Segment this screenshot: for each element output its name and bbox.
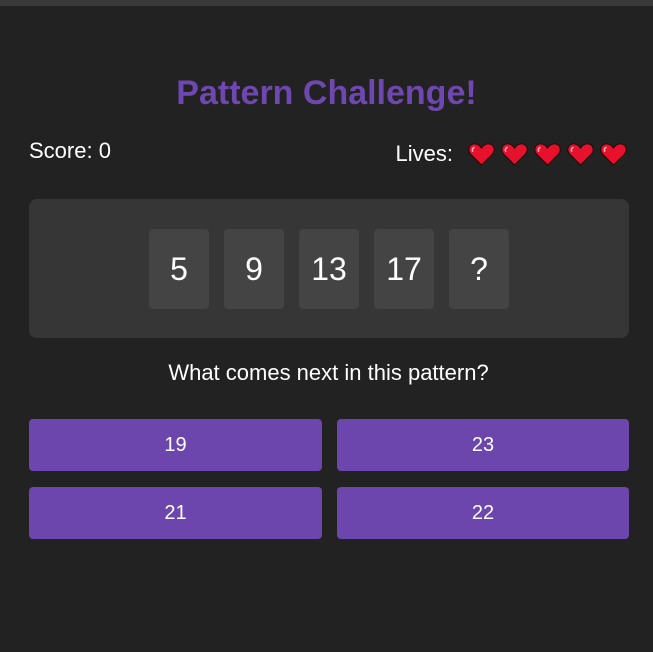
score-display: Score: 0 (29, 138, 111, 163)
sequence-tiles: 5 9 13 17 ? (149, 229, 509, 309)
sequence-panel: 5 9 13 17 ? (29, 199, 629, 338)
answer-button[interactable]: 19 (29, 419, 322, 471)
heart-icon (600, 142, 627, 166)
sequence-tile: 17 (374, 229, 434, 309)
sequence-tile: 9 (224, 229, 284, 309)
heart-icon (468, 142, 495, 166)
question-text: What comes next in this pattern? (168, 360, 489, 385)
sequence-tile: 13 (299, 229, 359, 309)
lives-label: Lives: (395, 141, 453, 166)
heart-icon (567, 142, 594, 166)
answer-button[interactable]: 23 (337, 419, 629, 471)
answer-button[interactable]: 21 (29, 487, 322, 539)
answer-options: 19 23 21 22 (29, 419, 629, 539)
heart-icon (534, 142, 561, 166)
game-title: Pattern Challenge! (176, 74, 477, 112)
sequence-tile-unknown: ? (449, 229, 509, 309)
top-edge-bar (0, 0, 653, 6)
answer-button[interactable]: 22 (337, 487, 629, 539)
lives-display: Lives: (396, 141, 627, 167)
sequence-tile: 5 (149, 229, 209, 309)
heart-icon (501, 142, 528, 166)
